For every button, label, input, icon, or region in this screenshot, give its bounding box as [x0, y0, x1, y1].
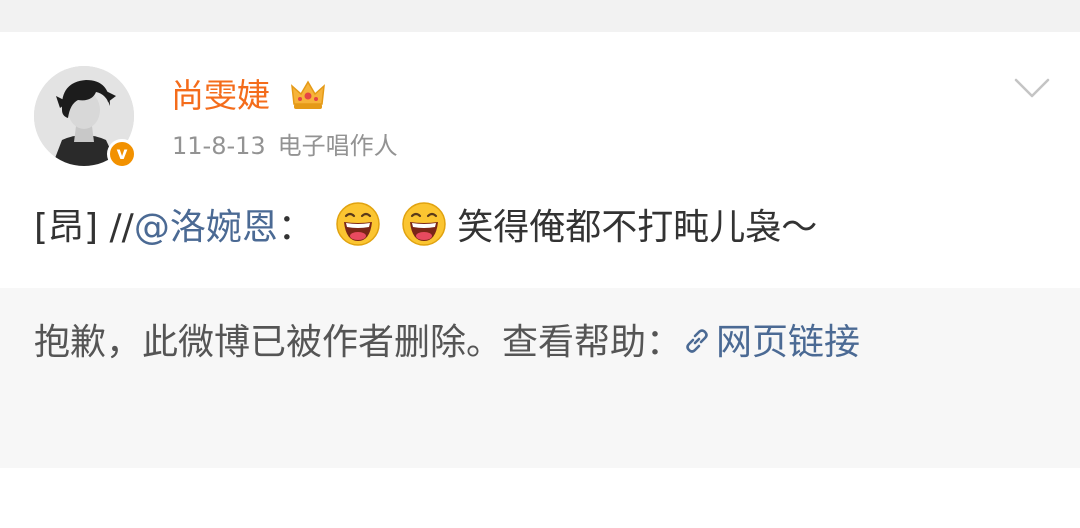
help-link[interactable]: 网页链接 — [682, 322, 860, 363]
post-source: 电子唱作人 — [277, 132, 398, 160]
mention-link[interactable]: @洛婉恩 — [134, 207, 278, 248]
post-meta: 11-8-13 电子唱作人 — [172, 126, 398, 166]
repost-slashes: // — [109, 207, 134, 248]
post-date: 11-8-13 — [172, 132, 266, 160]
crown-icon[interactable] — [288, 74, 328, 114]
chevron-down-icon[interactable] — [1012, 76, 1052, 100]
username-link[interactable]: 尚雯婕 — [171, 72, 270, 120]
deleted-notice: 抱歉，此微博已被作者删除。查看帮助： 网页链接 — [34, 314, 1034, 372]
laughing-emoji-icon — [336, 202, 381, 246]
verified-badge-icon: v — [107, 139, 137, 169]
deleted-message: 抱歉，此微博已被作者删除。查看帮助： — [34, 322, 683, 363]
laughing-emoji-icon — [402, 202, 447, 246]
repost-container[interactable]: 抱歉，此微博已被作者删除。查看帮助： 网页链接 — [0, 288, 1080, 468]
help-link-label: 网页链接 — [716, 322, 861, 363]
post-text: 笑得俺都不打盹儿袅～ — [457, 207, 818, 248]
link-icon — [686, 329, 708, 353]
post-card: v 尚雯婕 11-8-13 电子唱作人 [昂] //@洛婉恩： 笑得俺都不打盹儿… — [0, 32, 1080, 528]
post-content: [昂] //@洛婉恩： 笑得俺都不打盹儿袅～ — [34, 198, 1046, 258]
post-footer — [0, 468, 1080, 528]
emoticon-text: [昂] — [34, 207, 99, 248]
content-colon: ： — [277, 207, 314, 248]
top-divider — [0, 0, 1080, 32]
